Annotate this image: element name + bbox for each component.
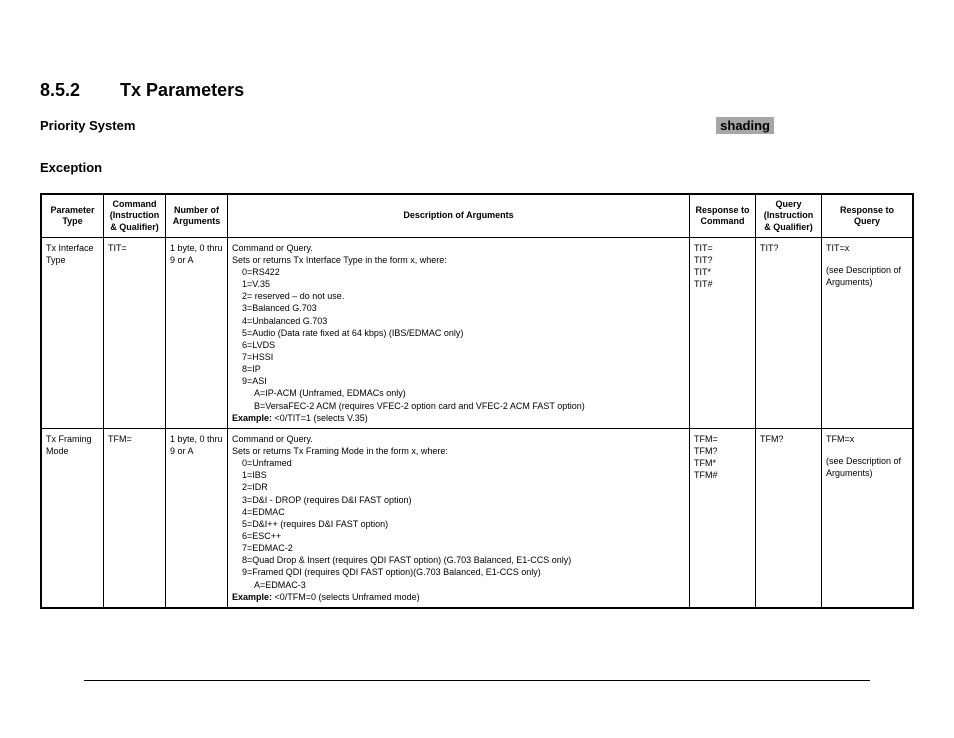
parameters-table: Parameter Type Command (Instruction & Qu… xyxy=(40,193,914,609)
col-query: Query (Instruction & Qualifier) xyxy=(756,195,822,238)
cell-command: TFM= xyxy=(104,429,166,607)
col-parameter-type: Parameter Type xyxy=(42,195,104,238)
priority-system-label: Priority System xyxy=(40,118,135,133)
cell-description: Command or Query.Sets or returns Tx Inte… xyxy=(228,238,690,429)
col-response-command: Response to Command xyxy=(690,195,756,238)
cell-response-query: TIT=x(see Description of Arguments) xyxy=(822,238,912,429)
description-block: Command or Query.Sets or returns Tx Fram… xyxy=(232,433,685,603)
cell-query: TIT? xyxy=(756,238,822,429)
cell-parameter-type: Tx Interface Type xyxy=(42,238,104,429)
exception-label: Exception xyxy=(40,160,914,175)
cell-command: TIT= xyxy=(104,238,166,429)
footer-rule xyxy=(84,680,870,681)
cell-parameter-type: Tx Framing Mode xyxy=(42,429,104,607)
cell-num-args: 1 byte, 0 thru 9 or A xyxy=(166,429,228,607)
col-response-query: Response to Query xyxy=(822,195,912,238)
section-heading: 8.5.2 Tx Parameters xyxy=(40,80,914,101)
shading-label: shading xyxy=(716,117,774,134)
section-title: Tx Parameters xyxy=(120,80,244,101)
cell-response-command: TIT= TIT? TIT* TIT# xyxy=(690,238,756,429)
description-block: Command or Query.Sets or returns Tx Inte… xyxy=(232,242,685,424)
table-row: Tx Interface TypeTIT=1 byte, 0 thru 9 or… xyxy=(42,238,912,429)
document-page: 8.5.2 Tx Parameters Priority System shad… xyxy=(0,0,954,609)
col-num-args: Number of Arguments xyxy=(166,195,228,238)
col-command: Command (Instruction & Qualifier) xyxy=(104,195,166,238)
priority-row: Priority System shading xyxy=(40,117,914,134)
table-header-row: Parameter Type Command (Instruction & Qu… xyxy=(42,195,912,238)
section-number: 8.5.2 xyxy=(40,80,80,101)
cell-query: TFM? xyxy=(756,429,822,607)
col-description: Description of Arguments xyxy=(228,195,690,238)
cell-num-args: 1 byte, 0 thru 9 or A xyxy=(166,238,228,429)
cell-response-query: TFM=x(see Description of Arguments) xyxy=(822,429,912,607)
table-row: Tx Framing ModeTFM=1 byte, 0 thru 9 or A… xyxy=(42,429,912,607)
cell-response-command: TFM= TFM? TFM* TFM# xyxy=(690,429,756,607)
cell-description: Command or Query.Sets or returns Tx Fram… xyxy=(228,429,690,607)
